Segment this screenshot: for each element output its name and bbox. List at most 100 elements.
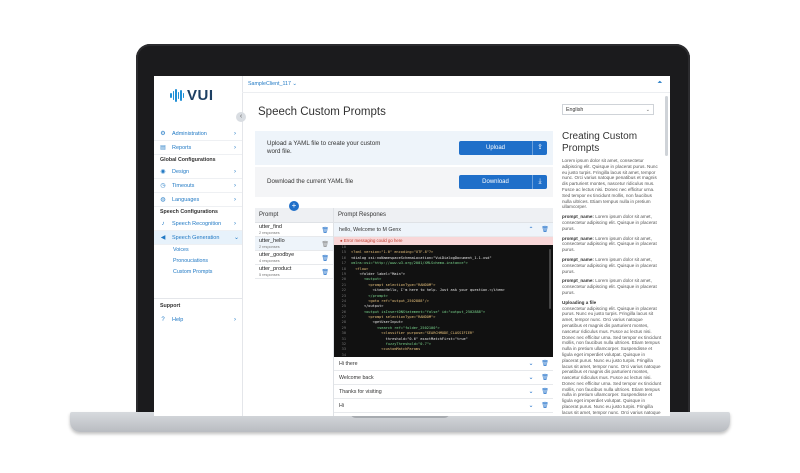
- sidebar-item-label: Administration: [172, 130, 207, 137]
- code-text: <prompt selectionType="RANDOM">: [351, 282, 436, 287]
- code-text: <prompt selectionType="RANDOM">: [351, 315, 436, 320]
- support-section: Support ? Help ›: [154, 298, 242, 327]
- sidebar-item-label: Timeouts: [172, 182, 195, 189]
- code-editor[interactable]: 10 15 <?xml version="1.0" encoding="UTF-8"…: [334, 245, 553, 357]
- sidebar-item-speech-generation[interactable]: ◀ Speech Generation ⌄: [154, 231, 242, 245]
- trash-icon[interactable]: 🗑: [540, 373, 550, 383]
- error-text: Error messaging could go here: [343, 238, 403, 243]
- sidebar-item-label: Design: [172, 168, 190, 175]
- response-text: Thanks for visiting: [339, 389, 382, 395]
- chevron-right-icon: ›: [234, 144, 236, 151]
- chevron-down-icon: ⌄: [292, 81, 297, 87]
- sidebar-item-timeouts[interactable]: ◷ Timeouts ›: [154, 179, 242, 193]
- prompt-row-utter-product[interactable]: utter_product 5 responses 🗑: [255, 265, 333, 279]
- help-upload-title: Uploading a file: [562, 299, 597, 305]
- chevron-up-icon[interactable]: ⌃: [526, 225, 536, 235]
- code-text: <?xml version="1.0" encoding="UTF-8"?>: [351, 250, 434, 255]
- response-row[interactable]: Thanks for visiting ⌄ 🗑: [334, 385, 553, 399]
- upload-panel: Upload a YAML file to create your custom…: [255, 131, 553, 165]
- logo-text: VUI: [187, 86, 214, 104]
- trash-icon[interactable]: 🗑: [540, 359, 550, 369]
- help-upload-section: Uploading a file consectetur adipiscing e…: [562, 300, 662, 416]
- editor-scrollbar[interactable]: [549, 249, 551, 309]
- error-icon: ●: [340, 238, 343, 243]
- sidebar-subitem-voices[interactable]: Voices: [154, 245, 242, 256]
- code-text: </prompt>: [351, 293, 388, 298]
- help-prompt-name: prompt_name: Lorem ipsum dolor sit amet,…: [562, 214, 662, 231]
- trash-icon[interactable]: 🗑: [540, 387, 550, 397]
- response-text: hello, Welcome to M Genx: [339, 227, 402, 233]
- chevron-right-icon: ›: [234, 130, 236, 137]
- response-row-selected[interactable]: hello, Welcome to M Genx ⌃ 🗑: [334, 223, 553, 237]
- sidebar-item-label: Languages: [172, 196, 200, 203]
- prompt-row-utter-find[interactable]: utter_find 2 responses 🗑: [255, 223, 333, 237]
- response-row[interactable]: Hi there ⌄ 🗑: [334, 357, 553, 371]
- download-button[interactable]: Download ⤓: [459, 175, 547, 189]
- help-prompt-label: prompt_name:: [562, 235, 594, 241]
- trash-icon[interactable]: 🗑: [540, 401, 550, 411]
- response-row[interactable]: Welcome back ⌄ 🗑: [334, 371, 553, 385]
- help-prompt-name: prompt_name: Lorem ipsum dolor sit amet,…: [562, 278, 662, 295]
- section-global-configurations: Global Configurations: [160, 157, 216, 163]
- help-panel: Creating Custom Prompts Lorem ipsum dolo…: [562, 131, 662, 416]
- response-text: Hi there: [339, 361, 358, 367]
- trash-icon[interactable]: 🗑: [321, 255, 329, 262]
- upload-button[interactable]: Upload ⇪: [459, 141, 547, 155]
- help-scrollbar[interactable]: [665, 96, 668, 156]
- sidebar-item-speech-recognition[interactable]: ♪ Speech Recognition ›: [154, 217, 242, 231]
- eye-icon: ◉: [160, 168, 166, 175]
- prompt-row-utter-hello[interactable]: utter_hello 2 responses 🗑: [255, 237, 333, 251]
- sidebar-nav: ⚙ Administration › ▤ Reports › Global Co…: [154, 127, 242, 278]
- chevron-down-icon[interactable]: ⌄: [526, 387, 536, 397]
- sidebar-item-reports[interactable]: ▤ Reports ›: [154, 141, 242, 155]
- error-message: ● Error messaging could go here: [334, 237, 553, 245]
- trash-icon[interactable]: 🗑: [321, 227, 329, 234]
- document-icon: ▤: [160, 144, 166, 151]
- section-speech-configurations: Speech Configurations: [160, 209, 218, 215]
- sidebar-item-label: Reports: [172, 144, 192, 151]
- code-text: <classifier purpose="SEARCHMODE_CLASSIFI…: [351, 331, 475, 336]
- sidebar-item-administration[interactable]: ⚙ Administration ›: [154, 127, 242, 141]
- download-description: Download the current YAML file: [267, 178, 354, 185]
- page-title: Speech Custom Prompts: [258, 106, 386, 118]
- sidebar: VUI ⚙ Administration › ▤ Reports › Globa…: [154, 76, 243, 416]
- microphone-icon: ♪: [161, 220, 165, 227]
- sidebar-item-languages[interactable]: ◍ Languages ›: [154, 193, 242, 207]
- help-prompt-name: prompt_name: Lorem ipsum dolor sit amet,…: [562, 236, 662, 253]
- help-prompt-name: prompt_name: Lorem ipsum dolor sit amet,…: [562, 257, 662, 274]
- response-row[interactable]: Hi ⌄ 🗑: [334, 399, 553, 413]
- help-intro: Lorem ipsum dolor sit amet, consectetur …: [562, 158, 658, 210]
- trash-icon[interactable]: 🗑: [321, 241, 329, 248]
- chevron-down-icon[interactable]: ⌄: [526, 359, 536, 369]
- sidebar-item-design[interactable]: ◉ Design ›: [154, 165, 242, 179]
- chevron-right-icon: ›: [234, 182, 236, 189]
- gear-icon: ⚙: [160, 130, 166, 137]
- user-icon[interactable]: ⏶: [657, 80, 662, 87]
- trash-icon[interactable]: 🗑: [321, 269, 329, 276]
- collapse-sidebar-button[interactable]: ‹: [236, 112, 246, 122]
- trash-icon[interactable]: 🗑: [540, 225, 550, 235]
- responses-column-header: Prompt Respones: [334, 208, 553, 223]
- sidebar-item-label: Speech Generation: [172, 234, 220, 241]
- sidebar-subitem-pronouciations[interactable]: Pronouciations: [154, 256, 242, 267]
- code-text: </output>: [351, 304, 384, 309]
- sidebar-item-label: Help: [172, 317, 184, 323]
- vui-logo[interactable]: VUI: [170, 86, 214, 104]
- add-prompt-button[interactable]: +: [289, 201, 299, 211]
- waveform-icon: [170, 88, 184, 102]
- chevron-down-icon[interactable]: ⌄: [526, 373, 536, 383]
- sidebar-subitem-custom-prompts[interactable]: Custom Prompts: [154, 267, 242, 278]
- sidebar-item-help[interactable]: ? Help ›: [154, 313, 242, 327]
- code-lines: 10 15 <?xml version="1.0" encoding="UTF-8"…: [334, 245, 553, 357]
- globe-icon: ◍: [160, 196, 166, 203]
- prompt-responses: Prompt Respones hello, Welcome to M Genx…: [334, 208, 553, 416]
- chevron-down-icon[interactable]: ⌄: [526, 401, 536, 411]
- chevron-down-icon: ⌄: [645, 107, 650, 113]
- prompt-row-utter-goodbye[interactable]: utter_goodbye 4 responses 🗑: [255, 251, 333, 265]
- code-text: <output>: [351, 277, 382, 282]
- code-text: <flow>: [351, 266, 369, 271]
- language-select[interactable]: English ⌄: [562, 104, 654, 115]
- download-icon: ⤓: [532, 175, 547, 189]
- client-selector[interactable]: SampleClient_117 ⌄: [248, 81, 297, 87]
- code-text: fuzzyThreshold="0.7">: [351, 342, 432, 347]
